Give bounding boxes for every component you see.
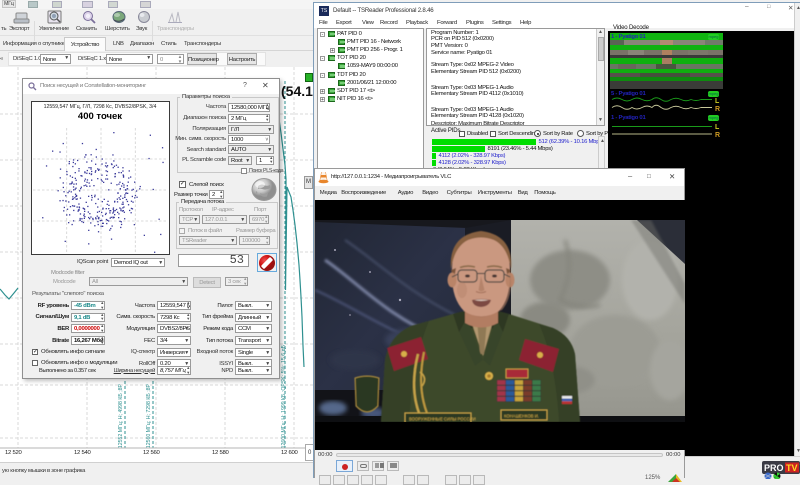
svg-text:L: L bbox=[715, 98, 720, 105]
svg-text:R: R bbox=[715, 106, 720, 113]
svg-text:R: R bbox=[715, 132, 720, 139]
svg-text:PRO: PRO bbox=[764, 463, 784, 473]
svg-text:L: L bbox=[715, 124, 720, 131]
svg-text:КОНАШЕНКОВ И.: КОНАШЕНКОВ И. bbox=[504, 414, 539, 419]
svg-text:TV: TV bbox=[786, 463, 798, 473]
svg-text:ВООРУЖЕННЫЕ СИЛЫ РОССИИ: ВООРУЖЕННЫЕ СИЛЫ РОССИИ bbox=[409, 417, 476, 422]
